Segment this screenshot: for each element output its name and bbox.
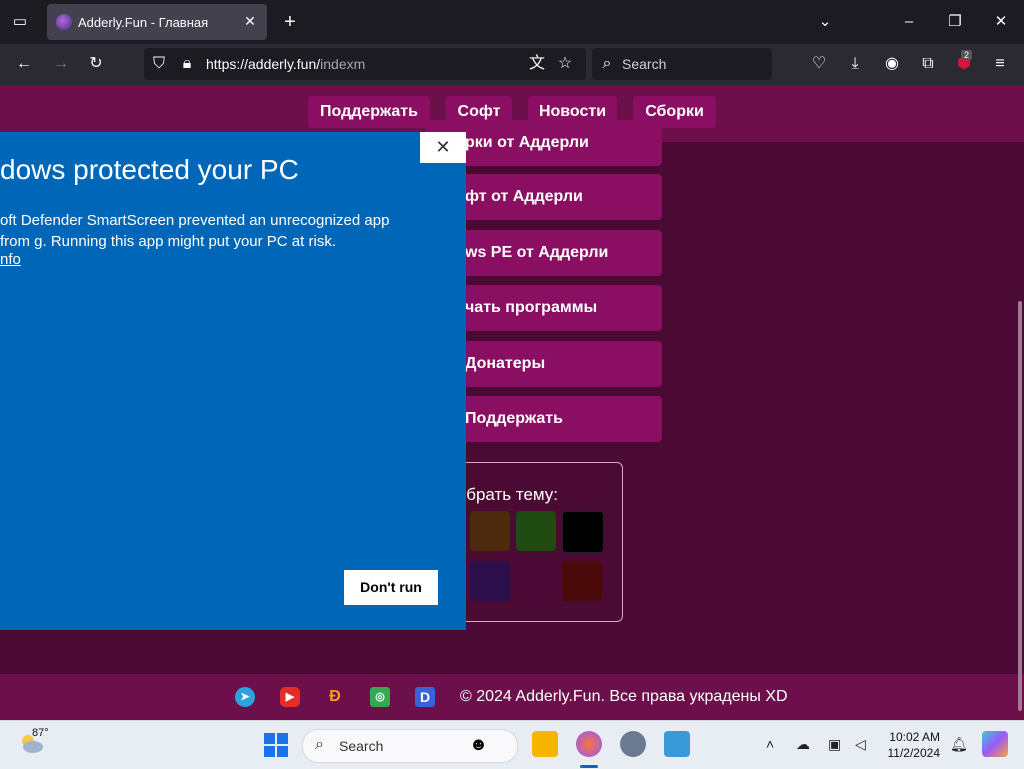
url-bar[interactable]: ⛉ 🔒︎ https://adderly.fun/indexm 文 ☆	[144, 48, 586, 80]
site-footer: ➤ ▶ Ð ◎ D © 2024 Adderly.Fun. Все права …	[0, 674, 1024, 720]
taskbar-search-input[interactable]: ⌕ Search ☻	[302, 729, 518, 763]
start-icon[interactable]	[264, 733, 288, 757]
scrollbar[interactable]	[1018, 301, 1022, 711]
tab-title: Adderly.Fun - Главная	[78, 15, 209, 30]
menu-label: Поддержать	[465, 410, 563, 427]
onedrive-icon[interactable]: ☁	[796, 736, 810, 753]
app-icon[interactable]	[664, 731, 690, 757]
tab-close-icon[interactable]: ✕	[241, 12, 259, 30]
site-favicon-icon	[56, 14, 72, 30]
search-icon: ⌕	[315, 736, 324, 753]
more-info-link[interactable]: nfo	[0, 251, 21, 268]
downloads-icon[interactable]: ⤓	[844, 53, 866, 75]
weather-temp: 87°	[32, 727, 49, 739]
clock-time: 10:02 AM	[889, 730, 940, 744]
bookmark-star-icon[interactable]: ☆	[554, 53, 576, 75]
dialog-title: dows protected your PC	[0, 154, 299, 185]
search-icon: ⌕	[602, 55, 612, 72]
settings-icon[interactable]	[620, 731, 646, 757]
restore-icon[interactable]: ❐	[945, 12, 965, 32]
tripadvisor-icon[interactable]: ◎	[370, 687, 390, 707]
tray-chevron-up-icon[interactable]: ˄	[766, 736, 774, 752]
volume-icon[interactable]: ◁	[855, 736, 866, 753]
search-highlight-icon: ☻	[469, 734, 488, 754]
pocket-icon[interactable]: ♡	[808, 53, 830, 75]
translate-icon[interactable]: 文	[526, 53, 548, 75]
taskbar: 87° ⌕ Search ☻ ˄ ☁ ▣ ◁ 10:02 AM 11/2/202…	[0, 720, 1024, 769]
close-window-icon[interactable]: ✕	[991, 12, 1011, 32]
menu-label: чать программы	[465, 299, 598, 316]
clock-date: 11/2/2024	[887, 746, 941, 760]
taskbar-search-placeholder: Search	[339, 738, 384, 754]
menu-label: ws PE от Аддерли	[465, 244, 609, 261]
theme-swatch[interactable]	[562, 511, 604, 553]
d-icon[interactable]: D	[415, 687, 435, 707]
theme-swatch[interactable]	[516, 511, 556, 551]
menu-label: Донатеры	[465, 355, 546, 372]
theme-swatch[interactable]	[562, 561, 602, 601]
smartscreen-dialog: ✕ dows protected your PC oft Defender Sm…	[0, 132, 466, 630]
theme-swatch[interactable]	[470, 561, 510, 601]
theme-swatch[interactable]	[470, 511, 510, 551]
tab-list-icon[interactable]: ▭	[10, 12, 30, 32]
network-icon[interactable]: ▣	[828, 736, 841, 753]
account-icon[interactable]: ◉	[881, 53, 903, 75]
file-explorer-icon[interactable]	[532, 731, 558, 757]
nav-support[interactable]: Поддержать	[308, 96, 430, 128]
donationalerts-icon[interactable]: Ð	[325, 687, 345, 707]
tab-bar: ▭ Adderly.Fun - Главная ✕ + ⌄ – ❐ ✕	[0, 0, 1024, 44]
minimize-icon[interactable]: –	[899, 12, 919, 32]
youtube-icon[interactable]: ▶	[280, 687, 300, 707]
extension-badge: 2	[961, 50, 973, 60]
menu-label: рки от Аддерли	[465, 134, 589, 151]
dialog-close-button[interactable]: ✕	[420, 132, 466, 163]
notification-bell-icon[interactable]: 🔔︎	[950, 736, 968, 753]
firefox-icon[interactable]	[576, 731, 602, 757]
search-input[interactable]: ⌕ Search	[592, 48, 772, 80]
dialog-description: oft Defender SmartScreen prevented an un…	[0, 212, 390, 250]
tab-active[interactable]: Adderly.Fun - Главная ✕	[47, 4, 267, 40]
url-text[interactable]: https://adderly.fun/indexm	[206, 56, 365, 72]
menu-icon[interactable]: ≡	[989, 53, 1011, 75]
reload-icon[interactable]: ↻	[85, 53, 107, 75]
extensions-icon[interactable]: ⧉	[917, 53, 939, 75]
theme-label: ыбрать тему:	[454, 485, 559, 504]
footer-copyright: © 2024 Adderly.Fun. Все права украдены X…	[460, 688, 788, 705]
shield-icon[interactable]: ⛉	[148, 53, 170, 75]
copilot-icon[interactable]	[982, 731, 1008, 757]
forward-icon[interactable]: →	[50, 53, 72, 75]
new-tab-icon[interactable]: +	[280, 12, 300, 32]
theme-swatch[interactable]	[516, 561, 556, 601]
dont-run-button[interactable]: Don't run	[344, 570, 438, 605]
menu-label: фт от Аддерли	[465, 188, 583, 205]
search-placeholder: Search	[622, 56, 667, 72]
clock[interactable]: 10:02 AM 11/2/2024	[880, 729, 941, 761]
nav-bar: ← → ↻ ⛉ 🔒︎ https://adderly.fun/indexm 文 …	[0, 44, 1024, 86]
back-icon[interactable]: ←	[13, 53, 35, 75]
telegram-icon[interactable]: ➤	[235, 687, 255, 707]
chevron-down-icon[interactable]: ⌄	[815, 12, 835, 32]
lock-icon[interactable]: 🔒︎	[176, 53, 198, 75]
